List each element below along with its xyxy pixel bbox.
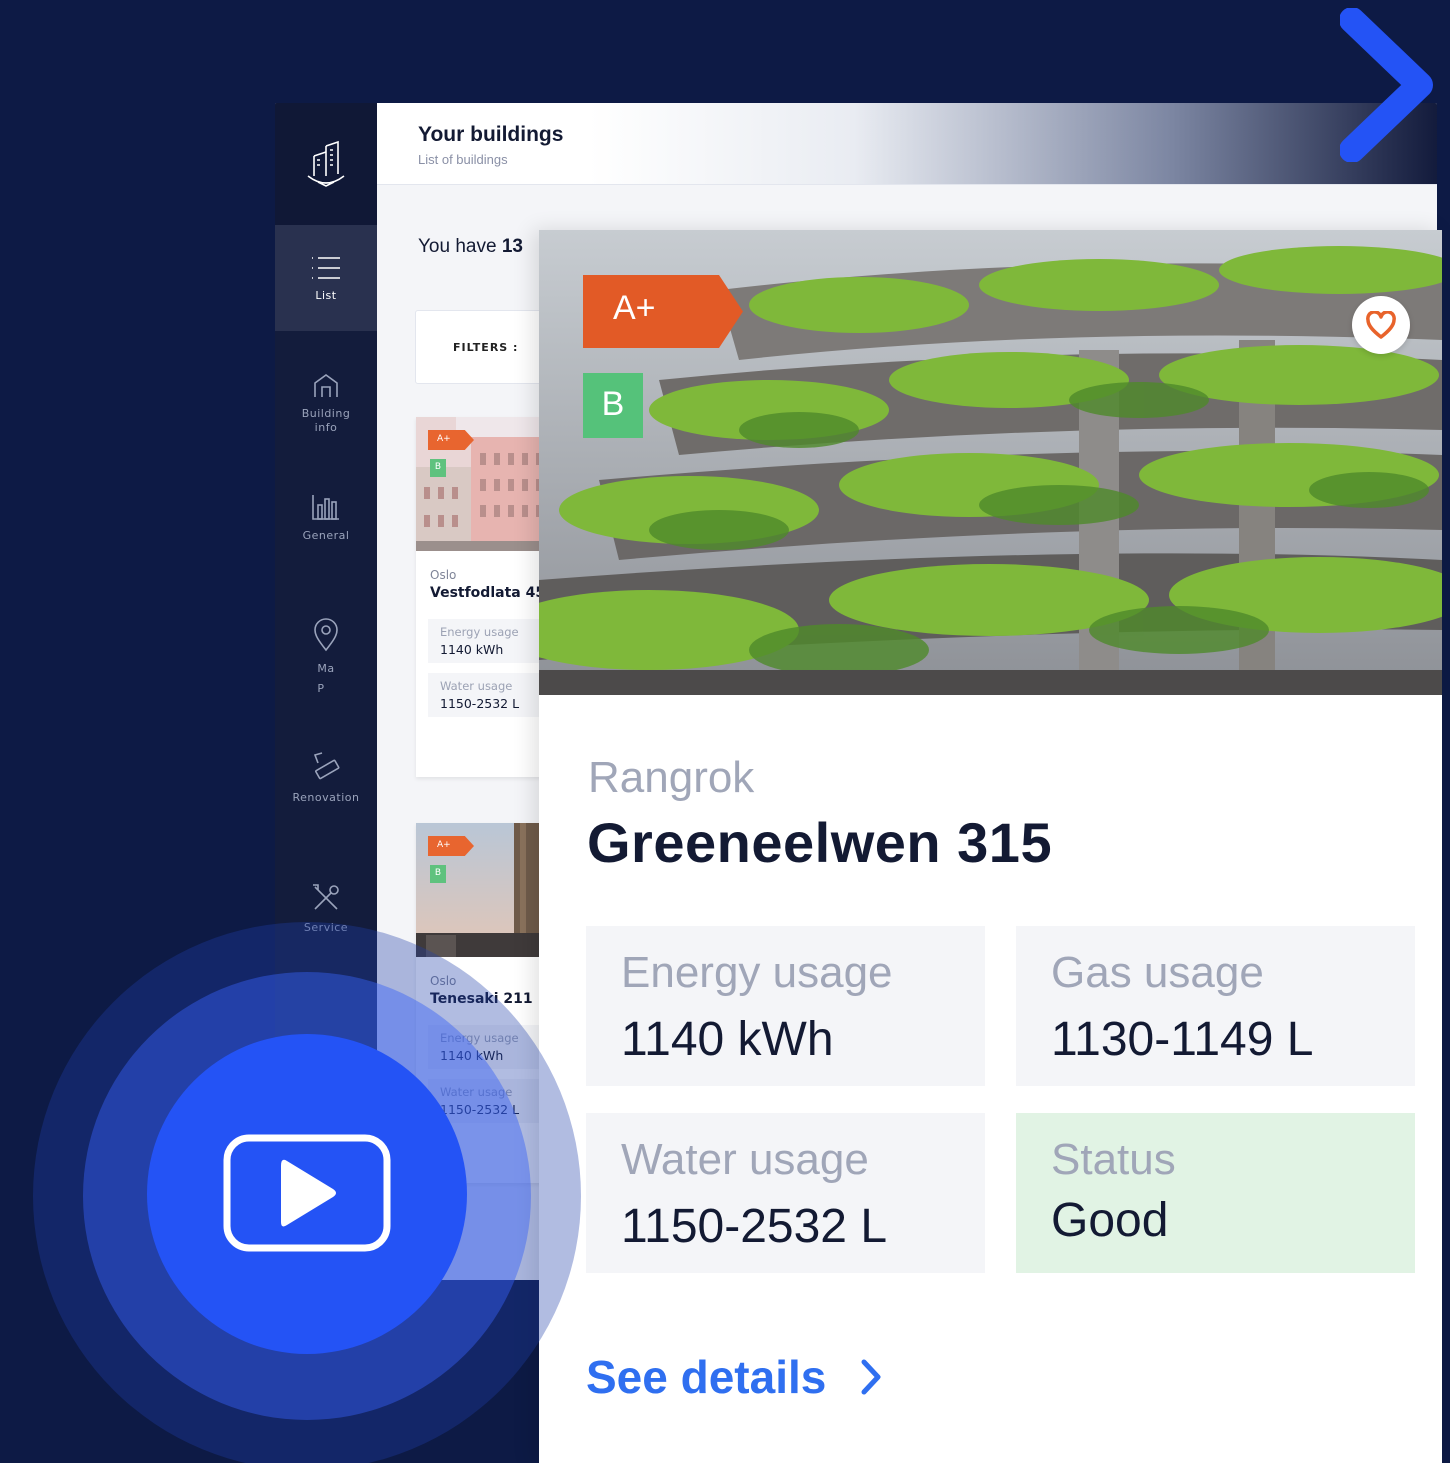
energy-usage-stat: Energy usage 1140 kWh <box>586 926 985 1086</box>
sidebar-item-label: Building info <box>301 407 351 434</box>
sidebar-item-renovation[interactable]: Renovation <box>275 751 377 805</box>
buildings-logo-icon <box>307 140 345 187</box>
map-pin-icon <box>314 618 338 652</box>
list-icon <box>312 257 340 279</box>
tools-icon <box>313 884 339 910</box>
card-city: Oslo <box>430 568 457 582</box>
stat-value: 1130-1149 L <box>1051 1013 1314 1066</box>
sidebar-item-map[interactable]: Ma P <box>275 618 377 696</box>
page-header: Your buildings List of buildings <box>377 103 1437 185</box>
building-count-prefix: You have <box>418 236 497 257</box>
filters-label: FILTERS : <box>453 340 519 354</box>
page-subtitle: List of buildings <box>418 152 508 167</box>
stat-label: Gas usage <box>1051 948 1264 997</box>
see-details-link[interactable]: See details <box>586 1350 882 1404</box>
sidebar-item-label: List <box>315 289 337 302</box>
energy-rating-tag: A+ <box>583 275 743 348</box>
energy-rating-tag: A+ <box>428 430 474 450</box>
status-badge: Good <box>1051 1194 1169 1247</box>
stat-label: Water usage <box>621 1135 869 1184</box>
water-usage-stat: Water usage 1150-2532 L <box>586 1113 985 1273</box>
gas-usage-stat: Gas usage 1130-1149 L <box>1016 926 1415 1086</box>
video-play-overlay[interactable] <box>33 922 581 1463</box>
building-name: Greeneelwen 315 <box>587 811 1053 874</box>
sidebar-item-building-info[interactable]: Building info <box>275 373 377 435</box>
sidebar-item-general[interactable]: General <box>275 493 377 543</box>
heart-icon <box>1366 311 1396 339</box>
stat-label: Status <box>1051 1135 1176 1184</box>
stat-value: 1140 kWh <box>621 1013 834 1066</box>
see-details-label: See details <box>586 1351 827 1403</box>
secondary-rating-tag: B <box>430 865 446 883</box>
sidebar-item-label: Renovation <box>292 791 360 804</box>
sidebar-item-label: General <box>302 529 350 542</box>
status-stat: Status Good <box>1016 1113 1415 1273</box>
bar-chart-icon <box>312 495 339 520</box>
building-count: You have 13 <box>418 236 523 258</box>
paint-roller-icon <box>313 752 340 780</box>
stat-label: Energy usage <box>621 948 893 997</box>
favorite-button[interactable] <box>1352 296 1410 354</box>
chevron-right-icon <box>861 1359 881 1395</box>
sidebar-item-label: P <box>317 682 325 695</box>
secondary-rating-tag: B <box>430 459 446 477</box>
building-icon <box>314 374 338 397</box>
building-hero-photo: A+ B <box>539 230 1442 695</box>
sidebar-item-list[interactable]: List <box>275 225 377 331</box>
building-city: Rangrok <box>588 753 755 802</box>
app-logo[interactable] <box>275 103 377 225</box>
secondary-rating-tag: B <box>583 373 643 438</box>
page-title: Your buildings <box>418 123 564 146</box>
card-building-name: Vestfodlata 45 <box>430 585 546 601</box>
chevron-right-icon <box>1340 8 1433 162</box>
building-detail-card: A+ B Rangrok Greeneelwen 315 Energy usag… <box>539 230 1442 1463</box>
stat-value: 1150-2532 L <box>621 1200 888 1253</box>
energy-rating-tag: A+ <box>428 836 474 856</box>
sidebar-item-label: Ma <box>317 662 335 675</box>
play-icon[interactable] <box>223 1134 391 1252</box>
building-count-value: 13 <box>501 236 523 257</box>
